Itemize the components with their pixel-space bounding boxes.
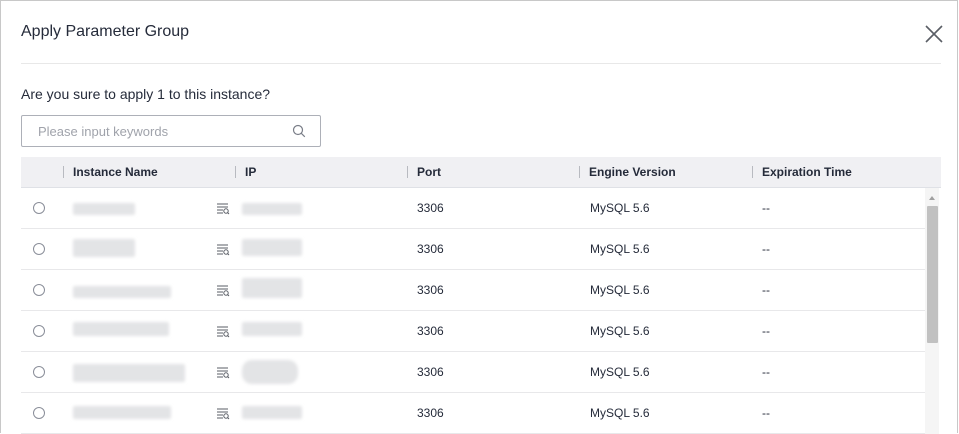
redacted-ip [242,278,302,298]
search-box [21,115,321,147]
table-header: Instance Name IP Port Engine Version Exp… [21,157,941,188]
detail-list-icon[interactable] [216,407,230,420]
redacted-instance-name [73,364,185,382]
cell-port: 3306 [417,242,444,256]
redacted-ip [242,203,302,215]
column-header-ip[interactable]: IP [235,157,407,187]
header-divider [21,63,941,64]
detail-list-icon[interactable] [216,202,230,215]
row-radio[interactable] [33,284,45,296]
cell-engine-version: MySQL 5.6 [590,324,650,338]
redacted-instance-name [73,406,171,419]
scrollbar-thumb[interactable] [927,206,938,343]
apply-parameter-group-dialog: Apply Parameter Group Are you sure to ap… [0,0,958,434]
cell-expiration-time: -- [762,201,770,215]
detail-list-icon[interactable] [216,325,230,338]
cell-port: 3306 [417,201,444,215]
cell-expiration-time: -- [762,365,770,379]
table-row[interactable]: 3306 MySQL 5.6 -- [21,311,925,352]
detail-list-icon[interactable] [216,366,230,379]
confirm-question: Are you sure to apply 1 to this instance… [21,86,271,102]
redacted-ip [242,406,302,419]
detail-list-icon[interactable] [216,243,230,256]
row-radio[interactable] [33,407,45,419]
cell-expiration-time: -- [762,406,770,420]
close-button[interactable] [923,23,945,45]
table-row[interactable]: 3306 MySQL 5.6 -- [21,352,925,393]
redacted-ip [242,322,302,336]
table-row[interactable]: 3306 MySQL 5.6 -- [21,393,925,434]
cell-port: 3306 [417,324,444,338]
cell-expiration-time: -- [762,283,770,297]
redacted-instance-name [73,286,171,298]
close-icon [925,25,943,43]
search-input[interactable] [22,116,284,146]
cell-engine-version: MySQL 5.6 [590,242,650,256]
column-header-port[interactable]: Port [407,157,579,187]
column-header-engine-version[interactable]: Engine Version [579,157,752,187]
redacted-instance-name [73,203,135,215]
table-body: 3306 MySQL 5.6 -- 3306 MySQL 5.6 -- 3306… [21,188,925,434]
table-row[interactable]: 3306 MySQL 5.6 -- [21,229,925,270]
redacted-ip [242,360,298,384]
column-header-expiration-time[interactable]: Expiration Time [752,157,941,187]
cell-expiration-time: -- [762,324,770,338]
scroll-up-arrow-icon[interactable] [927,193,937,203]
cell-port: 3306 [417,406,444,420]
row-radio[interactable] [33,325,45,337]
search-icon[interactable] [292,124,306,138]
table-row[interactable]: 3306 MySQL 5.6 -- [21,188,925,229]
redacted-instance-name [73,322,169,336]
redacted-ip [242,239,302,256]
row-radio[interactable] [33,366,45,378]
cell-port: 3306 [417,365,444,379]
redacted-instance-name [73,239,135,257]
cell-engine-version: MySQL 5.6 [590,201,650,215]
column-header-instance-name[interactable]: Instance Name [63,157,235,187]
cell-engine-version: MySQL 5.6 [590,283,650,297]
cell-port: 3306 [417,283,444,297]
row-radio[interactable] [33,202,45,214]
dialog-title: Apply Parameter Group [21,23,190,40]
cell-engine-version: MySQL 5.6 [590,365,650,379]
table-row[interactable]: 3306 MySQL 5.6 -- [21,270,925,311]
cell-engine-version: MySQL 5.6 [590,406,650,420]
detail-list-icon[interactable] [216,284,230,297]
cell-expiration-time: -- [762,242,770,256]
row-radio[interactable] [33,243,45,255]
